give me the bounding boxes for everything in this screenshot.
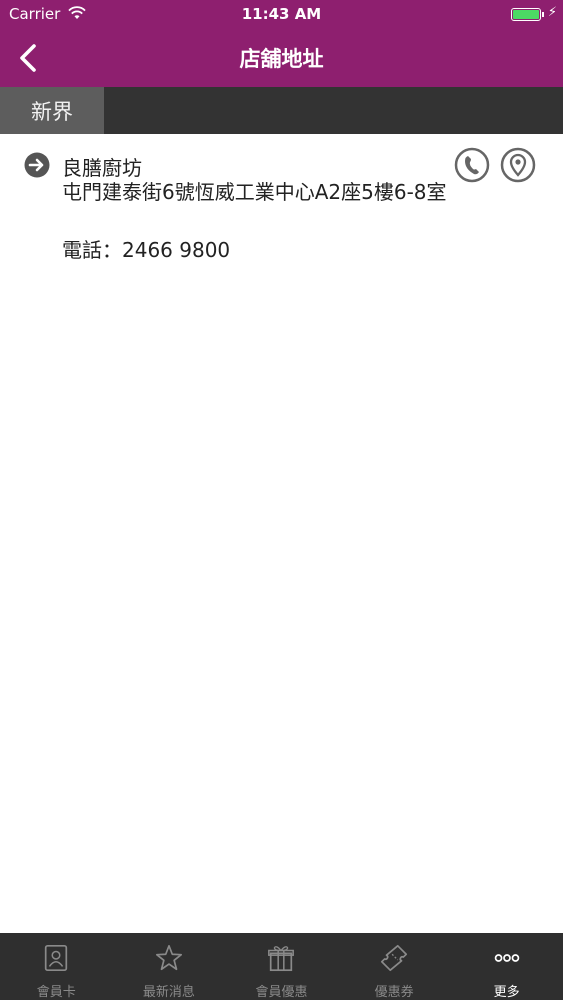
region-tab-new-territories[interactable]: 新界 [0, 87, 104, 134]
more-icon [494, 954, 519, 962]
charging-icon: ⚡ [547, 5, 557, 20]
star-icon [155, 944, 182, 971]
tab-bar: 會員卡 最新消息 會員優惠 優惠券 更多 [0, 933, 563, 1000]
navigation-bar: 店舖地址 [0, 30, 563, 87]
coupon-icon [381, 944, 408, 972]
battery-icon [511, 8, 541, 21]
call-button[interactable] [454, 147, 490, 183]
store-list-item: 良膳廚坊 屯門建泰街6號恆威工業中心A2座5樓6-8室 電話：2466 9800 [0, 134, 563, 274]
store-name: 良膳廚坊 [62, 156, 142, 180]
map-button[interactable] [500, 147, 536, 183]
tab-label: 優惠券 [374, 985, 414, 1000]
store-address: 屯門建泰街6號恆威工業中心A2座5樓6-8室 [62, 180, 447, 204]
tab-news[interactable]: 最新消息 [113, 933, 226, 1000]
tab-label: 更多 [493, 985, 520, 1000]
tab-coupons[interactable]: 優惠券 [338, 933, 451, 1000]
tab-more[interactable]: 更多 [450, 933, 563, 1000]
status-time: 11:43 AM [241, 5, 322, 23]
page-title: 店舖地址 [239, 47, 324, 71]
map-pin-icon [500, 147, 536, 183]
member-card-icon [45, 944, 68, 972]
arrow-right-circle-icon [24, 152, 50, 178]
region-bar: 新界 [0, 87, 563, 134]
status-bar: Carrier 11:43 AM ⚡ [0, 0, 563, 30]
phone-icon [454, 147, 490, 183]
tab-label: 會員優惠 [255, 985, 308, 1000]
gift-icon [268, 946, 295, 972]
tab-member-card[interactable]: 會員卡 [0, 933, 113, 1000]
store-phone: 電話：2466 9800 [62, 238, 231, 262]
battery-tip [542, 12, 544, 17]
tab-member-offers[interactable]: 會員優惠 [225, 933, 338, 1000]
tab-label: 最新消息 [142, 985, 195, 1000]
tab-label: 會員卡 [36, 985, 76, 1000]
